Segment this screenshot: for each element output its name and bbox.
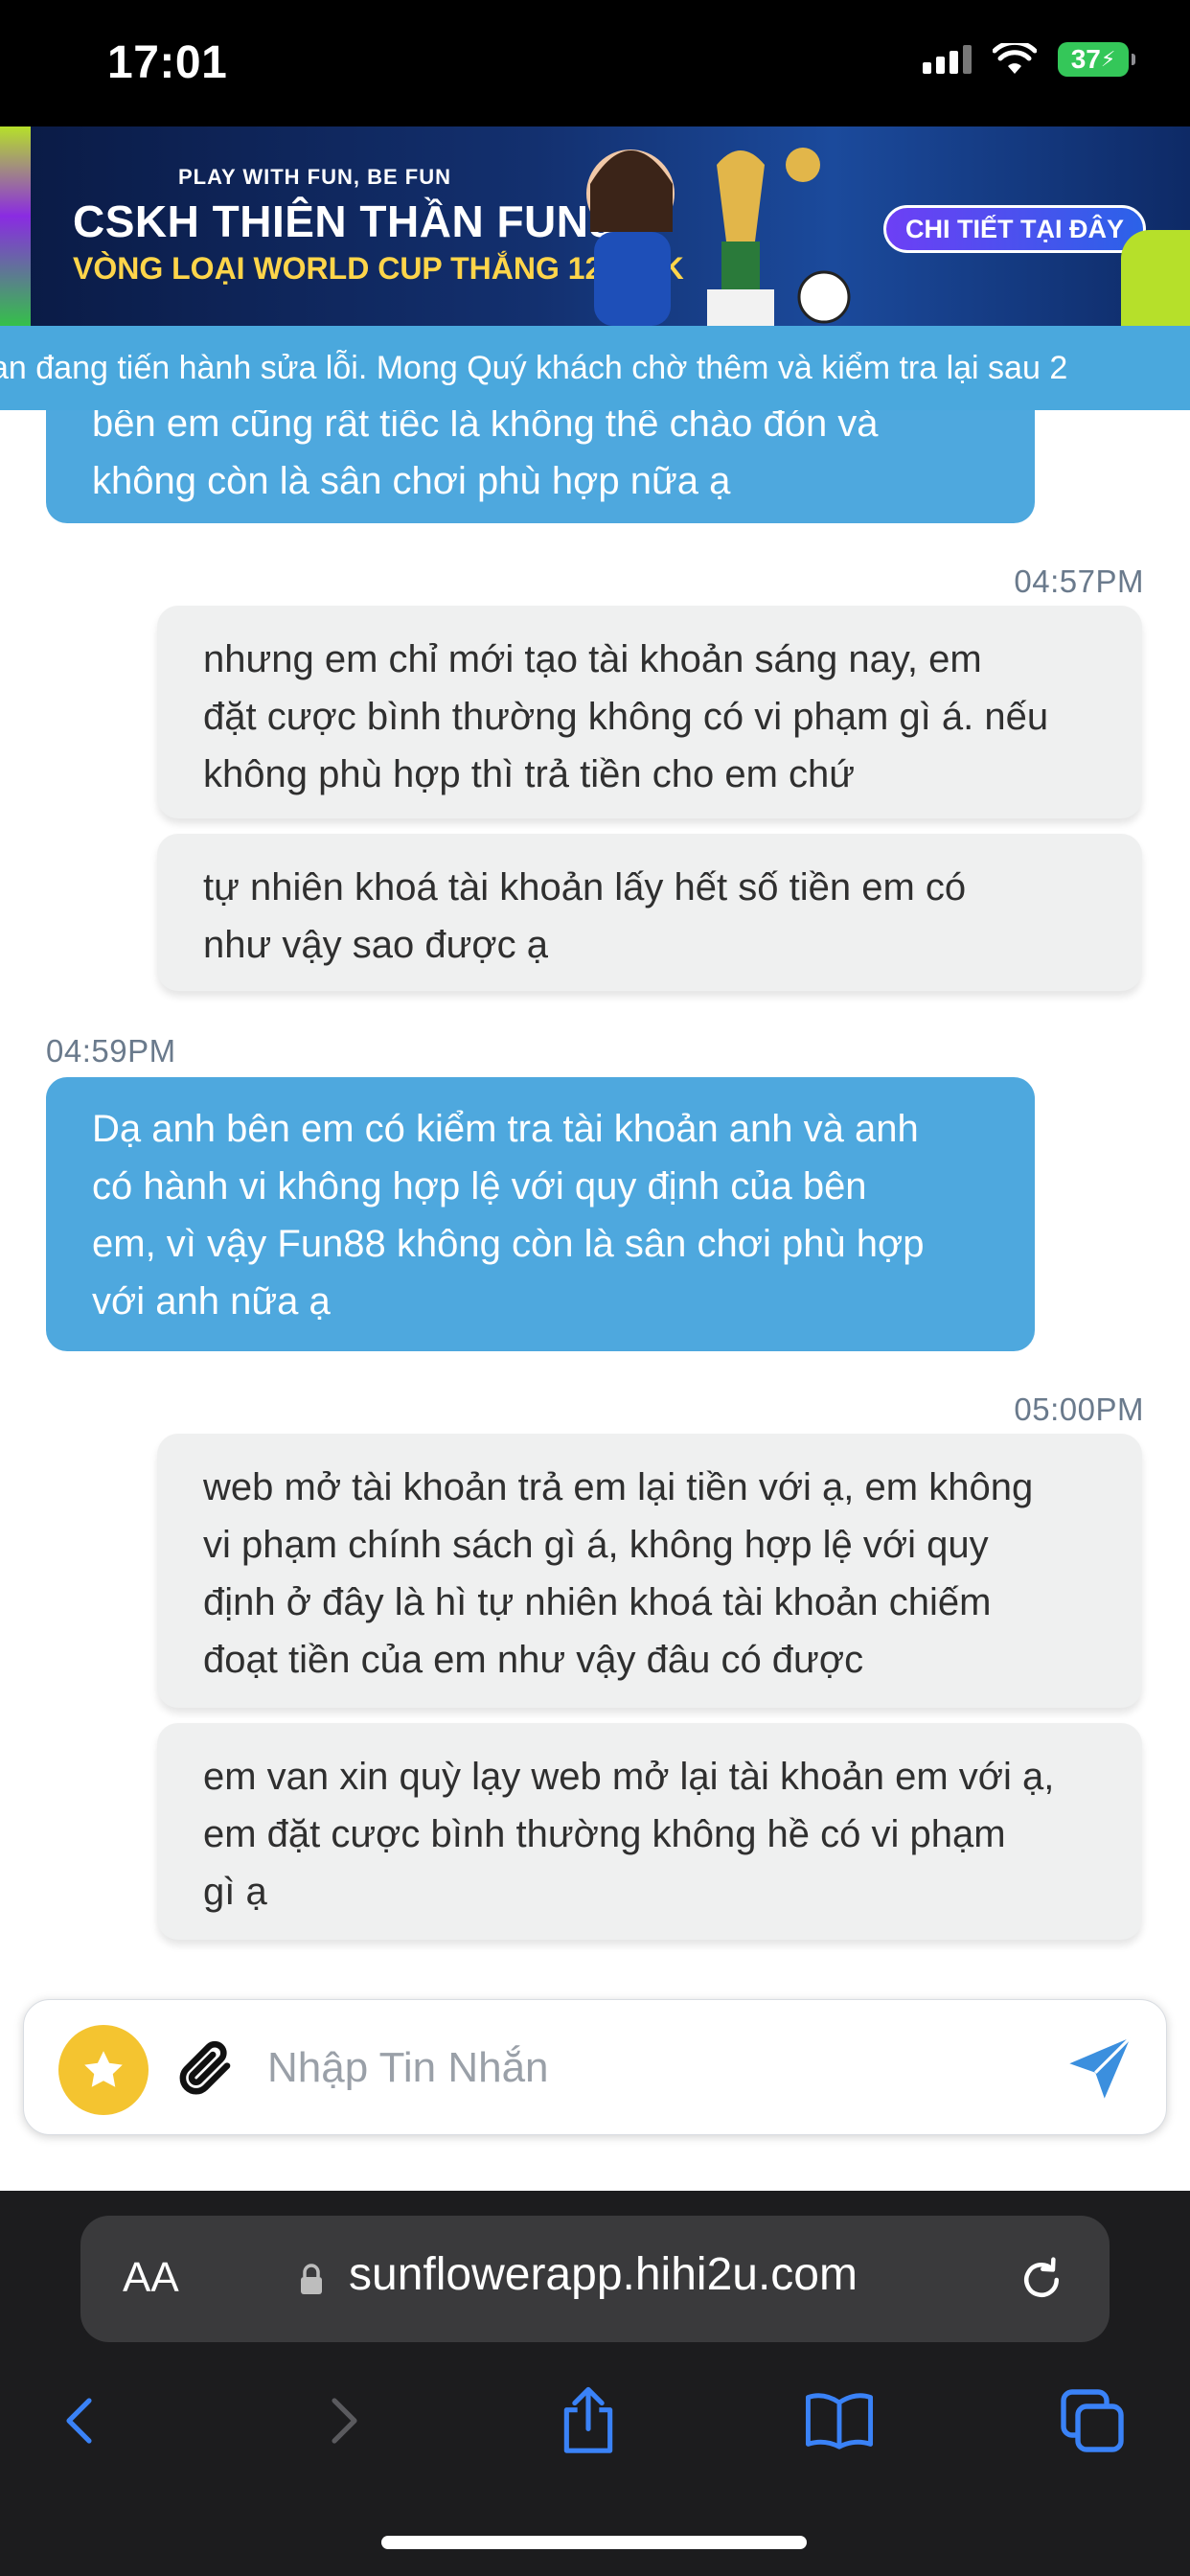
banner-left-decoration xyxy=(0,126,31,326)
paperclip-icon xyxy=(179,2040,231,2095)
message-line: đoạt tiền của em như vậy đâu có được xyxy=(203,1639,864,1681)
tabs-icon xyxy=(1061,2389,1124,2452)
message-composer xyxy=(23,1999,1167,2135)
banner-title: CSKH THIÊN THẦN FUN88 xyxy=(73,196,639,246)
user-message: tự nhiên khoá tài khoản lấy hết số tiền … xyxy=(157,834,1142,991)
message-line: không còn là sân chơi phù hợp nữa ạ xyxy=(92,460,731,502)
url-text: sunflowerapp.hihi2u.com xyxy=(349,2249,858,2300)
favorite-button[interactable] xyxy=(58,2025,149,2115)
book-icon xyxy=(805,2393,874,2450)
banner-illustration xyxy=(586,148,851,326)
message-line: như vậy sao được ạ xyxy=(203,924,548,966)
text-size-label: AA xyxy=(123,2254,179,2301)
message-line: định ở đây là hì tự nhiên khoá tài khoản… xyxy=(203,1581,992,1623)
battery-level: 37 xyxy=(1070,44,1101,74)
message-line: em, vì vậy Fun88 không còn là sân chơi p… xyxy=(92,1223,925,1265)
message-timestamp: 04:57PM xyxy=(1014,564,1144,599)
message-line: em van xin quỳ lạy web mở lại tài khoản … xyxy=(203,1756,1055,1798)
reload-icon[interactable] xyxy=(1016,2254,1067,2306)
message-line: web mở tài khoản trả em lại tiền với ạ, … xyxy=(203,1466,1034,1508)
share-icon xyxy=(563,2386,613,2453)
home-indicator[interactable] xyxy=(381,2536,807,2549)
browser-bottom-bar: AA sunflowerapp.hihi2u.com xyxy=(0,2191,1190,2576)
user-message: nhưng em chỉ mới tạo tài khoản sáng nay,… xyxy=(157,606,1142,818)
message-line: vi phạm chính sách gì á, không hợp lệ vớ… xyxy=(203,1524,989,1566)
text-size-button[interactable]: AA xyxy=(123,2254,179,2302)
notice-marquee: an đang tiến hành sửa lỗi. Mong Quý khác… xyxy=(0,326,1190,410)
message-line: tự nhiên khoá tài khoản lấy hết số tiền … xyxy=(203,866,967,908)
message-line: bên em cũng rất tiếc là không thể chào đ… xyxy=(92,410,879,445)
agent-message: Dạ anh bên em có kiểm tra tài khoản anh … xyxy=(46,1077,1035,1351)
message-line: Dạ anh bên em có kiểm tra tài khoản anh … xyxy=(92,1108,919,1150)
message-line: nhưng em chỉ mới tạo tài khoản sáng nay,… xyxy=(203,638,982,680)
agent-message: bên em cũng rất tiếc là không thể chào đ… xyxy=(46,410,1035,523)
message-timestamp: 04:59PM xyxy=(46,1033,176,1069)
banner-right-decoration xyxy=(1121,230,1190,326)
notice-text: an đang tiến hành sửa lỗi. Mong Quý khác… xyxy=(0,350,1068,386)
message-timestamp: 05:00PM xyxy=(1014,1392,1144,1427)
message-line: đặt cược bình thường không có vi phạm gì… xyxy=(203,696,1049,738)
chat-messages[interactable]: bên em cũng rất tiếc là không thể chào đ… xyxy=(0,410,1190,1997)
banner-cta-button[interactable]: CHI TIẾT TẠI ĐÂY xyxy=(883,205,1146,253)
user-message: em van xin quỳ lạy web mở lại tài khoản … xyxy=(157,1723,1142,1940)
status-time: 17:01 xyxy=(107,37,228,88)
back-button[interactable] xyxy=(34,2373,130,2469)
tabs-button[interactable] xyxy=(1044,2373,1140,2469)
battery-icon: 37 ⚡ xyxy=(1058,42,1135,77)
forward-button[interactable] xyxy=(293,2373,389,2469)
status-bar: 17:01 37 ⚡ xyxy=(0,0,1190,126)
wifi-icon xyxy=(993,43,1037,74)
message-line: gì ạ xyxy=(203,1871,267,1913)
message-line: em đặt cược bình thường không hề có vi p… xyxy=(203,1813,1006,1855)
lock-icon xyxy=(301,2264,322,2294)
bookmarks-button[interactable] xyxy=(791,2373,887,2469)
message-input[interactable] xyxy=(267,2029,1034,2107)
chevron-right-icon xyxy=(332,2398,357,2444)
chevron-left-icon xyxy=(66,2398,92,2444)
browser-toolbar xyxy=(0,2373,1190,2488)
share-button[interactable] xyxy=(540,2373,636,2469)
message-line: có hành vi không hợp lệ với quy định của… xyxy=(92,1165,867,1208)
promo-banner[interactable]: PLAY WITH FUN, BE FUN CSKH THIÊN THẦN FU… xyxy=(0,126,1190,326)
send-button[interactable] xyxy=(1059,2027,1141,2109)
banner-tagline: PLAY WITH FUN, BE FUN xyxy=(178,165,452,189)
message-line: với anh nữa ạ xyxy=(92,1280,331,1322)
status-icons: 37 ⚡ xyxy=(923,42,1135,77)
attach-button[interactable] xyxy=(168,2029,244,2105)
cellular-signal-icon xyxy=(923,45,972,74)
address-bar[interactable]: AA sunflowerapp.hihi2u.com xyxy=(80,2216,1110,2342)
send-icon xyxy=(1069,2036,1132,2099)
user-message: web mở tài khoản trả em lại tiền với ạ, … xyxy=(157,1434,1142,1708)
star-icon xyxy=(84,2051,123,2087)
message-line: không phù hợp thì trả tiền cho em chứ xyxy=(203,753,856,795)
